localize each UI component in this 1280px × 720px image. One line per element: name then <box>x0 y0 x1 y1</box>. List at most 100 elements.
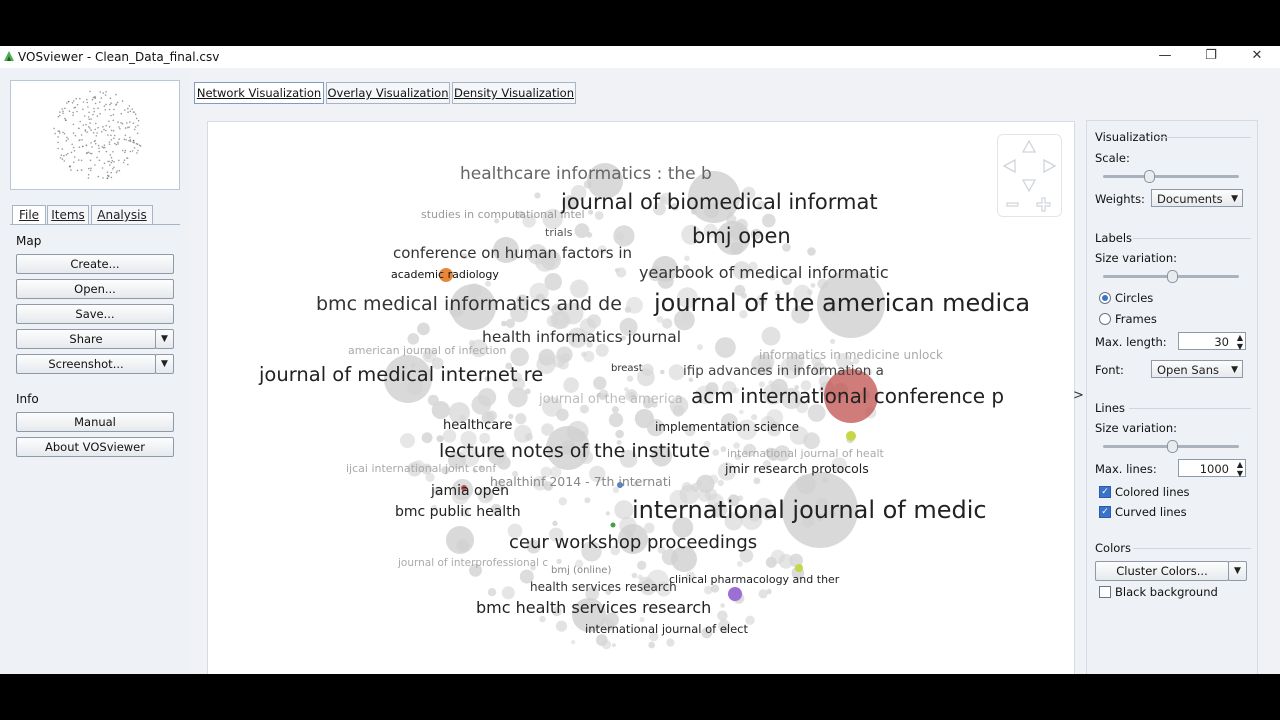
share-dropdown-icon[interactable]: ▼ <box>155 329 174 349</box>
network-node[interactable] <box>695 480 702 486</box>
network-node[interactable] <box>601 640 612 650</box>
network-node[interactable] <box>574 223 590 239</box>
node-label[interactable]: journal of biomedical informat <box>561 190 878 214</box>
node-yellow[interactable] <box>846 431 856 441</box>
network-node[interactable] <box>626 296 643 314</box>
node-purple[interactable] <box>728 587 742 601</box>
triangle-down-icon[interactable] <box>1021 179 1037 193</box>
node-label[interactable]: jamia open <box>431 483 509 499</box>
node-label[interactable]: health services research <box>530 580 677 594</box>
spinner-arrows-icon[interactable]: ▲ ▼ <box>1237 333 1243 351</box>
node-label[interactable]: jmir research protocols <box>725 461 869 476</box>
network-node[interactable] <box>720 446 727 453</box>
network-node[interactable] <box>666 638 675 647</box>
node-label[interactable]: ceur workshop proceedings <box>509 532 757 553</box>
network-node[interactable] <box>616 267 627 278</box>
network-node[interactable] <box>704 585 713 595</box>
tab-density-visualization[interactable]: Density Visualization <box>452 82 576 104</box>
cluster-colors-button[interactable]: Cluster Colors... <box>1095 561 1229 581</box>
network-node[interactable] <box>571 640 576 645</box>
network-node[interactable] <box>485 280 491 287</box>
triangle-left-icon[interactable] <box>1002 158 1016 174</box>
label-size-slider-knob[interactable] <box>1166 270 1178 283</box>
network-node[interactable] <box>753 477 761 485</box>
node-label[interactable]: international journal of elect <box>585 622 748 636</box>
node-label[interactable]: bmc public health <box>395 504 521 520</box>
network-node[interactable] <box>556 408 569 421</box>
close-button[interactable]: ✕ <box>1234 46 1280 68</box>
node-label[interactable]: healthcare <box>443 418 512 433</box>
network-node[interactable] <box>717 479 724 486</box>
black-background-checkbox[interactable] <box>1099 586 1111 598</box>
minimize-button[interactable]: — <box>1142 46 1188 68</box>
font-select[interactable]: Open Sans ▼ <box>1151 360 1243 378</box>
tab-overlay-visualization[interactable]: Overlay Visualization <box>326 82 450 104</box>
network-node[interactable] <box>810 283 816 288</box>
node-label[interactable]: health informatics journal <box>482 328 681 346</box>
network-node[interactable] <box>556 558 562 565</box>
node-label[interactable]: implementation science <box>655 420 799 434</box>
node-label[interactable]: ifip advances in information a <box>683 363 884 379</box>
network-node[interactable] <box>407 333 420 345</box>
plus-icon[interactable] <box>1036 197 1051 212</box>
create-button[interactable]: Create... <box>16 254 174 274</box>
node-label[interactable]: yearbook of medical informatic <box>639 263 889 282</box>
network-node[interactable] <box>717 610 728 621</box>
share-button[interactable]: Share <box>16 329 156 349</box>
node-label[interactable]: journal of medical internet re <box>259 363 543 386</box>
node-label[interactable]: bmj (online) <box>551 565 611 576</box>
triangle-up-icon[interactable] <box>1021 139 1037 153</box>
network-node[interactable] <box>648 641 656 649</box>
about-vosviewer-button[interactable]: About VOSviewer <box>16 437 174 457</box>
chevron-right-icon[interactable]: > <box>1073 388 1084 403</box>
network-node[interactable] <box>593 376 607 390</box>
network-node[interactable] <box>696 344 703 351</box>
open-button[interactable]: Open... <box>16 279 174 299</box>
network-canvas[interactable]: studies in computational intel trials am… <box>207 121 1075 674</box>
line-size-slider-knob[interactable] <box>1166 440 1178 453</box>
save-button[interactable]: Save... <box>16 304 174 324</box>
node-label[interactable]: bmj open <box>692 224 791 248</box>
node-label[interactable]: healthinf 2014 - 7th internati <box>490 474 671 489</box>
node-label[interactable]: clinical pharmacology and ther <box>669 573 839 586</box>
node-label[interactable]: breast <box>611 363 643 374</box>
screenshot-dropdown-icon[interactable]: ▼ <box>155 354 174 374</box>
scale-slider-knob[interactable] <box>1143 170 1155 183</box>
node-label[interactable]: informatics in medicine unlock <box>759 348 943 362</box>
network-node[interactable] <box>637 574 643 580</box>
network-node[interactable] <box>766 588 772 595</box>
network-node[interactable] <box>611 643 616 648</box>
restore-button[interactable]: ❐ <box>1188 46 1234 68</box>
node-label[interactable]: bmc health services research <box>476 598 711 617</box>
network-node[interactable] <box>631 572 638 579</box>
network-node[interactable] <box>558 497 567 506</box>
network-node[interactable] <box>736 560 743 567</box>
node-label[interactable]: ijcai international joint conf <box>346 462 496 475</box>
network-node[interactable] <box>427 394 439 406</box>
node-label[interactable]: lecture notes of the institute <box>439 440 710 462</box>
tab-network-visualization[interactable]: Network Visualization <box>194 82 324 104</box>
network-node[interactable] <box>558 358 569 370</box>
network-node[interactable] <box>608 412 624 428</box>
spinner-arrows-icon[interactable]: ▲ ▼ <box>1237 460 1243 478</box>
colored-lines-checkbox[interactable]: ✓ <box>1099 486 1111 498</box>
network-node[interactable] <box>637 560 647 570</box>
cluster-colors-dropdown-icon[interactable]: ▼ <box>1228 561 1247 581</box>
network-node[interactable] <box>487 588 497 597</box>
node-label[interactable]: trials <box>545 226 572 239</box>
network-node[interactable] <box>626 375 634 382</box>
network-node[interactable] <box>807 247 816 256</box>
manual-button[interactable]: Manual <box>16 412 174 432</box>
node-label[interactable]: international journal of healt <box>727 447 884 460</box>
network-node[interactable] <box>739 409 744 415</box>
node-label[interactable]: acm international conference p <box>691 384 1004 408</box>
node-label[interactable]: conference on human factors in <box>393 244 632 262</box>
network-node[interactable] <box>758 589 768 599</box>
max-length-input[interactable]: 30 ▲ ▼ <box>1178 332 1246 351</box>
network-node[interactable] <box>552 520 558 526</box>
network-node[interactable] <box>477 388 497 407</box>
node-label[interactable]: journal of the america <box>539 392 683 407</box>
circles-radio[interactable] <box>1099 292 1111 304</box>
network-node[interactable] <box>507 387 528 408</box>
network-node[interactable] <box>765 556 777 568</box>
